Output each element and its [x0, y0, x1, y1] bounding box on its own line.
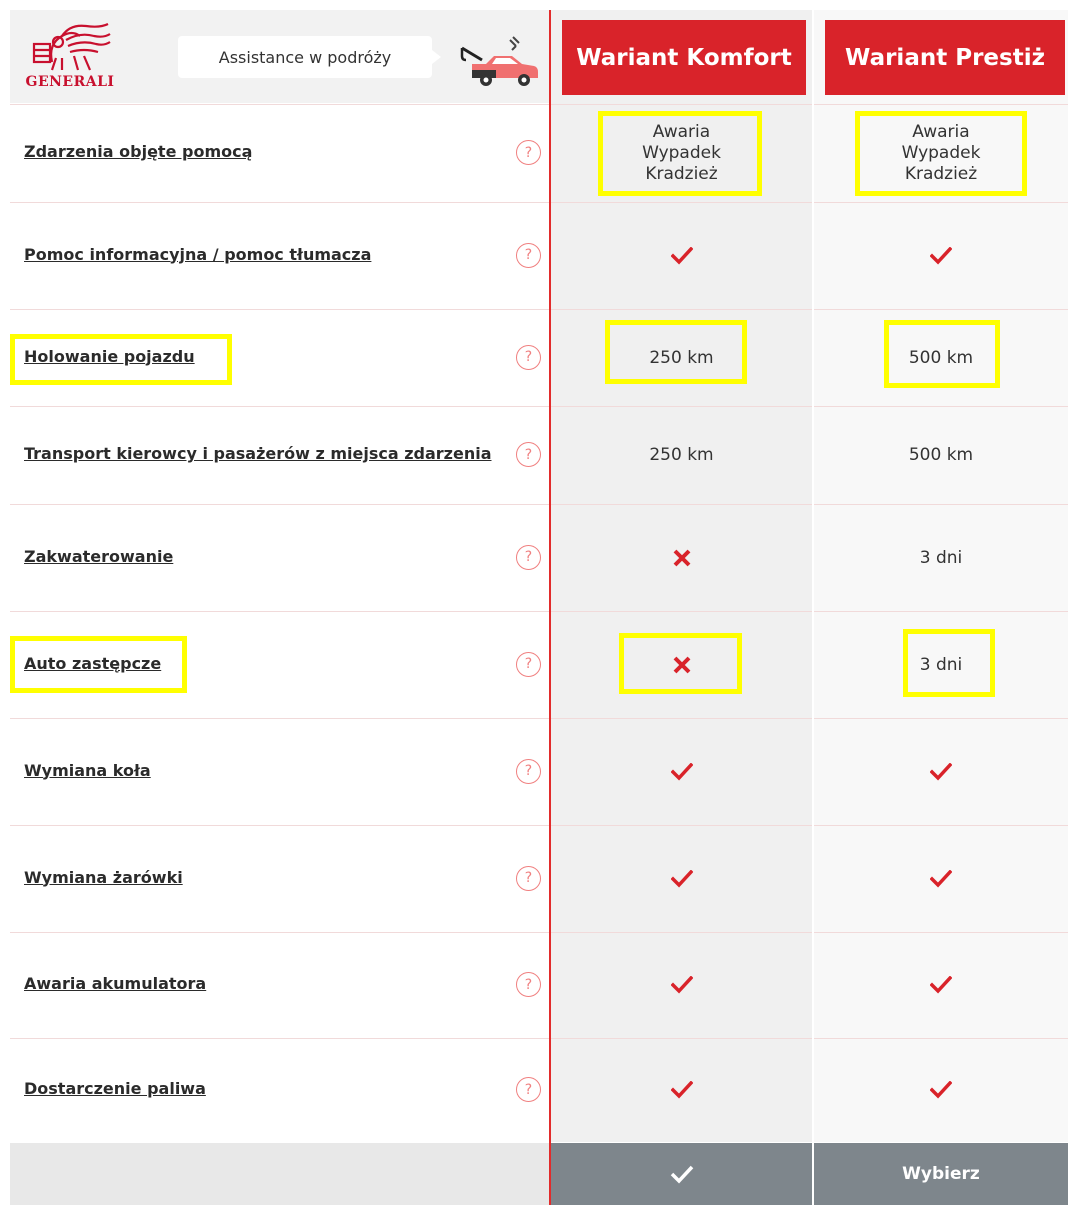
variant-komfort-header[interactable]: Wariant Komfort	[562, 20, 806, 95]
prestiz-value	[814, 202, 1068, 309]
komfort-value	[551, 611, 812, 718]
feature-label[interactable]: Dostarczenie paliwa	[24, 1079, 206, 1098]
check-icon	[670, 1081, 693, 1099]
event-list: Awaria Wypadek Kradzież	[642, 122, 721, 185]
question-circle-icon[interactable]: ?	[516, 651, 541, 677]
event-list: Awaria Wypadek Kradzież	[902, 122, 981, 185]
question-circle-icon[interactable]: ?	[516, 972, 541, 997]
brand-name: GENERALI	[25, 74, 115, 90]
komfort-value	[551, 202, 812, 309]
prestiz-value	[814, 1038, 1068, 1142]
feature-label[interactable]: Holowanie pojazdu	[24, 347, 195, 366]
event-item: Awaria	[652, 121, 711, 142]
check-icon	[930, 1081, 952, 1099]
feature-label[interactable]: Wymiana żarówki	[24, 868, 183, 887]
value-text: 3 dni	[919, 654, 963, 675]
event-item: Kradzież	[904, 163, 978, 184]
question-circle-icon[interactable]: ?	[516, 140, 541, 165]
question-circle-icon[interactable]: ?	[516, 1077, 541, 1102]
feature-label[interactable]: Pomoc informacyjna / pomoc tłumacza	[24, 245, 371, 264]
komfort-value	[551, 504, 812, 611]
check-icon	[930, 869, 952, 888]
prestiz-value: 3 dni	[814, 504, 1068, 611]
prestiz-value: Awaria Wypadek Kradzież	[814, 104, 1068, 202]
check-icon	[670, 1165, 693, 1184]
value-text: 500 km	[908, 445, 974, 465]
question-circle-icon[interactable]: ?	[516, 758, 541, 784]
value-text: 250 km	[649, 445, 714, 465]
variant-divider	[812, 104, 814, 1142]
comparison-table: GENERALI Assistance w podróży Wariant Ko…	[0, 0, 1068, 1205]
question-circle-icon[interactable]: ?	[516, 242, 541, 268]
feature-label[interactable]: Awaria akumulatora	[24, 974, 206, 993]
event-item: Awaria	[912, 121, 970, 142]
komfort-value: Awaria Wypadek Kradzież	[551, 104, 812, 202]
question-circle-icon[interactable]: ?	[516, 442, 541, 467]
value-text: 500 km	[908, 347, 974, 368]
cross-icon	[673, 656, 690, 673]
check-icon	[670, 246, 693, 265]
komfort-value	[551, 718, 812, 825]
column-divider	[549, 10, 551, 1205]
variant-prestiz-header[interactable]: Wariant Prestiż	[825, 20, 1065, 95]
feature-label[interactable]: Zdarzenia objęte pomocą	[24, 142, 252, 161]
komfort-value	[551, 932, 812, 1038]
check-icon	[930, 762, 952, 781]
feature-label[interactable]: Wymiana koła	[24, 761, 151, 780]
select-prestiz-button[interactable]: Wybierz	[814, 1143, 1068, 1205]
feature-label[interactable]: Auto zastępcze	[24, 654, 161, 673]
event-item: Wypadek	[901, 142, 981, 163]
komfort-value: 250 km	[551, 309, 812, 406]
product-label: Assistance w podróży	[178, 36, 441, 78]
event-item: Wypadek	[642, 142, 721, 163]
prestiz-value: 500 km	[814, 406, 1068, 504]
check-icon	[930, 976, 952, 994]
komfort-value	[551, 825, 812, 932]
feature-label[interactable]: Transport kierowcy i pasażerów z miejsca…	[24, 444, 492, 463]
check-icon	[670, 762, 693, 781]
check-icon	[670, 976, 693, 994]
komfort-value	[551, 1038, 812, 1142]
prestiz-value: 500 km	[814, 309, 1068, 406]
feature-label[interactable]: Zakwaterowanie	[24, 547, 173, 566]
komfort-value: 250 km	[551, 406, 812, 504]
question-circle-icon[interactable]: ?	[516, 865, 541, 891]
question-circle-icon[interactable]: ?	[516, 544, 541, 570]
value-text: 3 dni	[919, 547, 963, 568]
cross-icon	[673, 549, 690, 566]
generali-logo: GENERALI	[22, 22, 118, 92]
tow-truck-icon	[458, 34, 540, 90]
footer-spacer	[10, 1143, 549, 1205]
check-icon	[930, 246, 952, 265]
event-item: Kradzież	[645, 163, 718, 184]
prestiz-value: 3 dni	[814, 611, 1068, 718]
check-icon	[670, 869, 693, 888]
question-circle-icon[interactable]: ?	[516, 344, 541, 370]
prestiz-value	[814, 718, 1068, 825]
select-komfort-button[interactable]	[551, 1143, 812, 1205]
left-column-bg	[10, 10, 549, 1205]
lion-icon	[32, 22, 111, 71]
prestiz-value	[814, 932, 1068, 1038]
value-text: 250 km	[649, 347, 714, 368]
prestiz-value	[814, 825, 1068, 932]
